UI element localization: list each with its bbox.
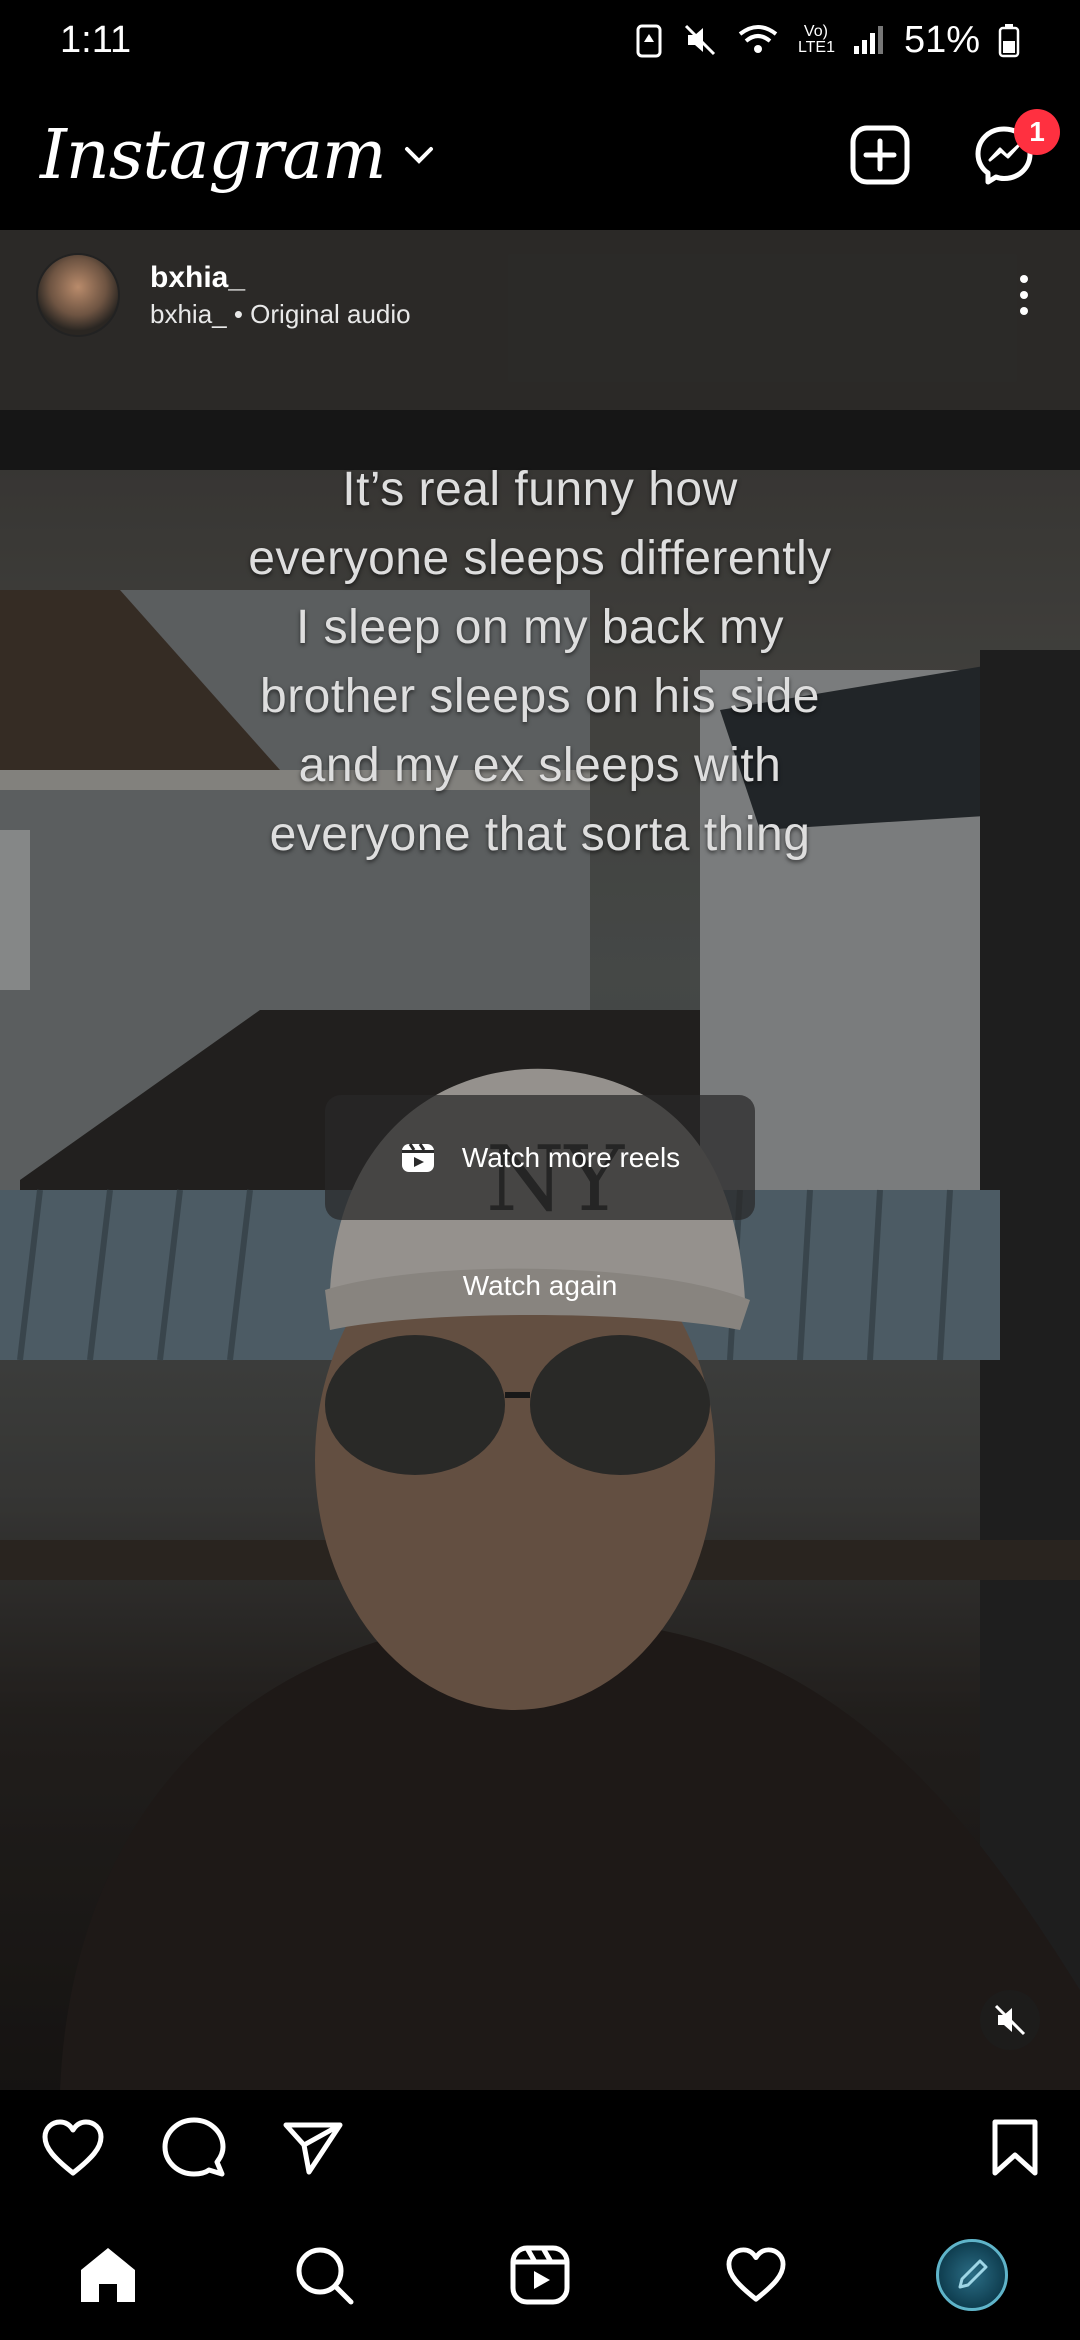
author-avatar[interactable] — [36, 253, 120, 337]
reel-caption-overlay: It’s real funny how everyone sleeps diff… — [160, 455, 920, 869]
home-icon — [81, 2248, 135, 2302]
caption-line: everyone that sorta thing — [269, 808, 811, 861]
author-username[interactable]: bxhia_ — [150, 261, 974, 295]
bookmark-icon — [992, 2119, 1038, 2175]
nav-profile[interactable] — [932, 2235, 1012, 2315]
more-dot-icon — [1020, 307, 1028, 315]
post-action-bar — [0, 2090, 1080, 2210]
battery-icon — [998, 24, 1020, 58]
watch-again-button[interactable]: Watch again — [0, 1270, 1080, 1302]
comment-button[interactable] — [162, 2116, 226, 2185]
share-button[interactable] — [282, 2120, 344, 2181]
status-time: 1:11 — [60, 18, 132, 61]
caption-line: brother sleeps on his side — [260, 670, 820, 723]
caption-line: I sleep on my back my — [295, 601, 784, 654]
activity-heart-icon — [726, 2247, 786, 2302]
status-icons: Vo) LTE1 51% — [634, 19, 1020, 62]
app-header: Instagram 1 — [0, 80, 1080, 230]
reel-media[interactable]: NY bxhia_ bxhia_ • Original audio It’s r… — [0, 230, 1080, 2090]
instagram-logo: Instagram — [40, 115, 386, 195]
save-button[interactable] — [990, 2118, 1040, 2183]
pencil-icon — [958, 2259, 988, 2289]
notification-badge: 1 — [1014, 109, 1060, 155]
chevron-down-icon — [405, 147, 434, 164]
nav-reels[interactable] — [500, 2235, 580, 2315]
brand-switcher[interactable]: Instagram — [40, 116, 435, 195]
profile-avatar — [936, 2239, 1008, 2311]
post-header: bxhia_ bxhia_ • Original audio — [0, 230, 1080, 360]
watch-more-label: Watch more reels — [461, 1141, 681, 1173]
share-icon — [283, 2122, 343, 2174]
nav-home[interactable] — [68, 2235, 148, 2315]
comment-icon — [162, 2117, 226, 2176]
caption-line: everyone sleeps differently — [248, 532, 832, 585]
status-bar: 1:11 Vo) LTE1 51% — [0, 0, 1080, 80]
watch-more-reels-button[interactable]: Watch more reels — [325, 1095, 755, 1220]
reels-icon — [510, 2245, 570, 2305]
post-meta: bxhia_ bxhia_ • Original audio — [150, 261, 974, 330]
more-dot-icon — [1020, 291, 1028, 299]
search-icon — [296, 2247, 354, 2305]
wifi-icon — [738, 25, 778, 53]
signal-icon — [853, 26, 883, 54]
create-post-button[interactable] — [844, 119, 916, 191]
mute-status-icon — [684, 24, 715, 56]
nav-activity[interactable] — [716, 2235, 796, 2315]
data-saver-icon — [636, 24, 662, 58]
nav-search[interactable] — [284, 2235, 364, 2315]
header-actions: 1 — [844, 109, 1060, 191]
more-dot-icon — [1020, 275, 1028, 283]
heart-icon — [42, 2119, 104, 2175]
mute-toggle-button[interactable] — [980, 1990, 1040, 2050]
caption-line: It’s real funny how — [342, 463, 738, 516]
like-button[interactable] — [40, 2118, 106, 2183]
battery-percent: 51% — [903, 18, 980, 61]
caption-line: and my ex sleeps with — [298, 739, 782, 792]
messenger-button[interactable]: 1 — [968, 109, 1060, 191]
reels-icon — [401, 1142, 434, 1172]
create-post-icon — [850, 125, 910, 185]
muted-speaker-icon — [994, 2004, 1026, 2036]
bottom-navigation — [0, 2210, 1080, 2340]
more-options-button[interactable] — [1004, 265, 1044, 325]
network-label: Vo) LTE1 — [797, 23, 835, 56]
audio-info[interactable]: bxhia_ • Original audio — [150, 299, 974, 330]
